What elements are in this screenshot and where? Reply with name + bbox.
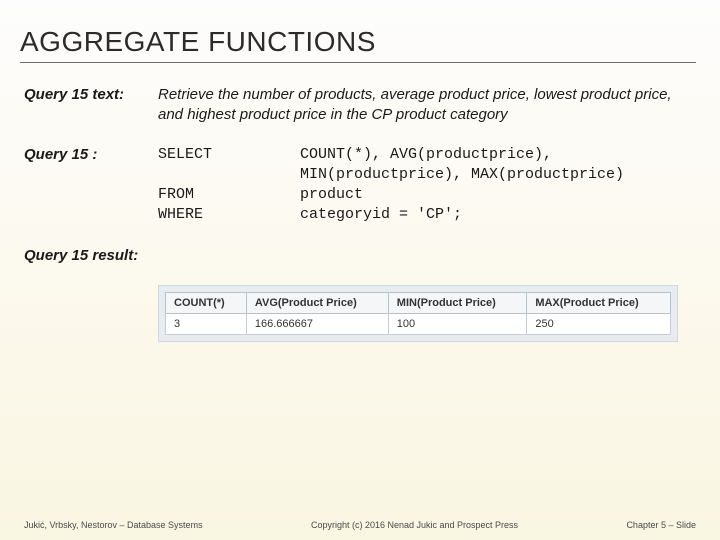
result-table-container: COUNT(*) AVG(Product Price) MIN(Product …	[158, 285, 678, 342]
th-min: MIN(Product Price)	[388, 293, 527, 314]
sql-arg-from: product	[300, 185, 696, 205]
td-avg: 166.666667	[246, 314, 388, 335]
th-avg: AVG(Product Price)	[246, 293, 388, 314]
th-max: MAX(Product Price)	[527, 293, 671, 314]
query-text-body: Retrieve the number of products, average…	[158, 85, 696, 125]
sql-kw-where: WHERE	[158, 205, 300, 225]
sql-arg-select-2: MIN(productprice), MAX(productprice)	[300, 165, 696, 185]
query-text-row: Query 15 text: Retrieve the number of pr…	[24, 85, 696, 125]
sql-block: SELECT FROM WHERE COUNT(*), AVG(productp…	[158, 145, 696, 226]
sql-keywords: SELECT FROM WHERE	[158, 145, 300, 226]
footer-center: Copyright (c) 2016 Nenad Jukic and Prosp…	[311, 520, 518, 530]
query-text-label: Query 15 text:	[24, 85, 158, 125]
table-row: 3 166.666667 100 250	[166, 314, 671, 335]
table-header-row: COUNT(*) AVG(Product Price) MIN(Product …	[166, 293, 671, 314]
footer-right: Chapter 5 – Slide	[626, 520, 696, 530]
query-sql-label: Query 15 :	[24, 145, 158, 226]
query-result-label: Query 15 result:	[24, 246, 158, 266]
td-count: 3	[166, 314, 247, 335]
result-table: COUNT(*) AVG(Product Price) MIN(Product …	[165, 292, 671, 335]
sql-arguments: COUNT(*), AVG(productprice), MIN(product…	[300, 145, 696, 226]
sql-kw-from: FROM	[158, 185, 300, 205]
sql-arg-where: categoryid = 'CP';	[300, 205, 696, 225]
sql-kw-select: SELECT	[158, 145, 300, 165]
query-result-row: Query 15 result:	[24, 246, 696, 266]
td-max: 250	[527, 314, 671, 335]
footer: Jukić, Vrbsky, Nestorov – Database Syste…	[0, 520, 720, 530]
slide: AGGREGATE FUNCTIONS Query 15 text: Retri…	[0, 0, 720, 342]
sql-arg-select-1: COUNT(*), AVG(productprice),	[300, 145, 696, 165]
page-title: AGGREGATE FUNCTIONS	[20, 26, 696, 63]
td-min: 100	[388, 314, 527, 335]
th-count: COUNT(*)	[166, 293, 247, 314]
footer-left: Jukić, Vrbsky, Nestorov – Database Syste…	[24, 520, 203, 530]
query-sql-row: Query 15 : SELECT FROM WHERE COUNT(*), A…	[24, 145, 696, 226]
